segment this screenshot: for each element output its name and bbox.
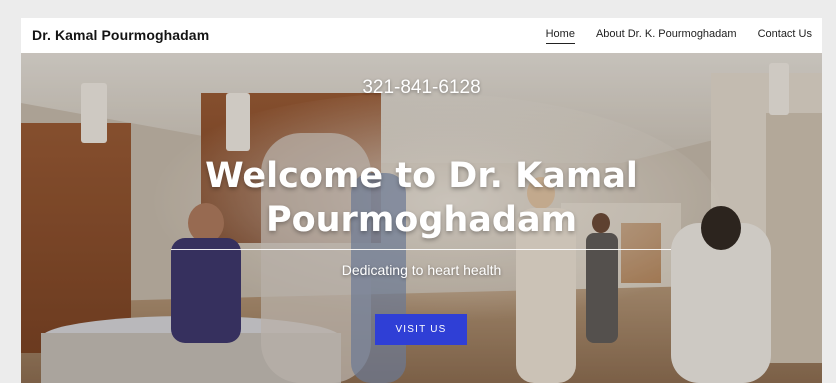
website-page: Dr. Kamal Pourmoghadam Home About Dr. K.… — [21, 18, 822, 383]
site-brand[interactable]: Dr. Kamal Pourmoghadam — [32, 27, 209, 43]
nav-contact[interactable]: Contact Us — [758, 28, 812, 44]
browser-frame: Dr. Kamal Pourmoghadam Home About Dr. K.… — [0, 0, 836, 383]
phone-number[interactable]: 321-841-6128 — [21, 77, 822, 99]
site-header: Dr. Kamal Pourmoghadam Home About Dr. K.… — [21, 18, 822, 53]
visit-us-button[interactable]: VISIT US — [375, 314, 467, 345]
main-nav: Home About Dr. K. Pourmoghadam Contact U… — [525, 28, 812, 44]
hero-section: 321-841-6128 Welcome to Dr. Kamal Pourmo… — [21, 53, 822, 383]
nav-about[interactable]: About Dr. K. Pourmoghadam — [596, 28, 737, 44]
nav-home[interactable]: Home — [545, 28, 575, 44]
hero-headline: Welcome to Dr. Kamal Pourmoghadam — [205, 156, 638, 240]
hero-divider — [171, 249, 671, 250]
hero-tagline: Dedicating to heart health — [341, 262, 502, 278]
